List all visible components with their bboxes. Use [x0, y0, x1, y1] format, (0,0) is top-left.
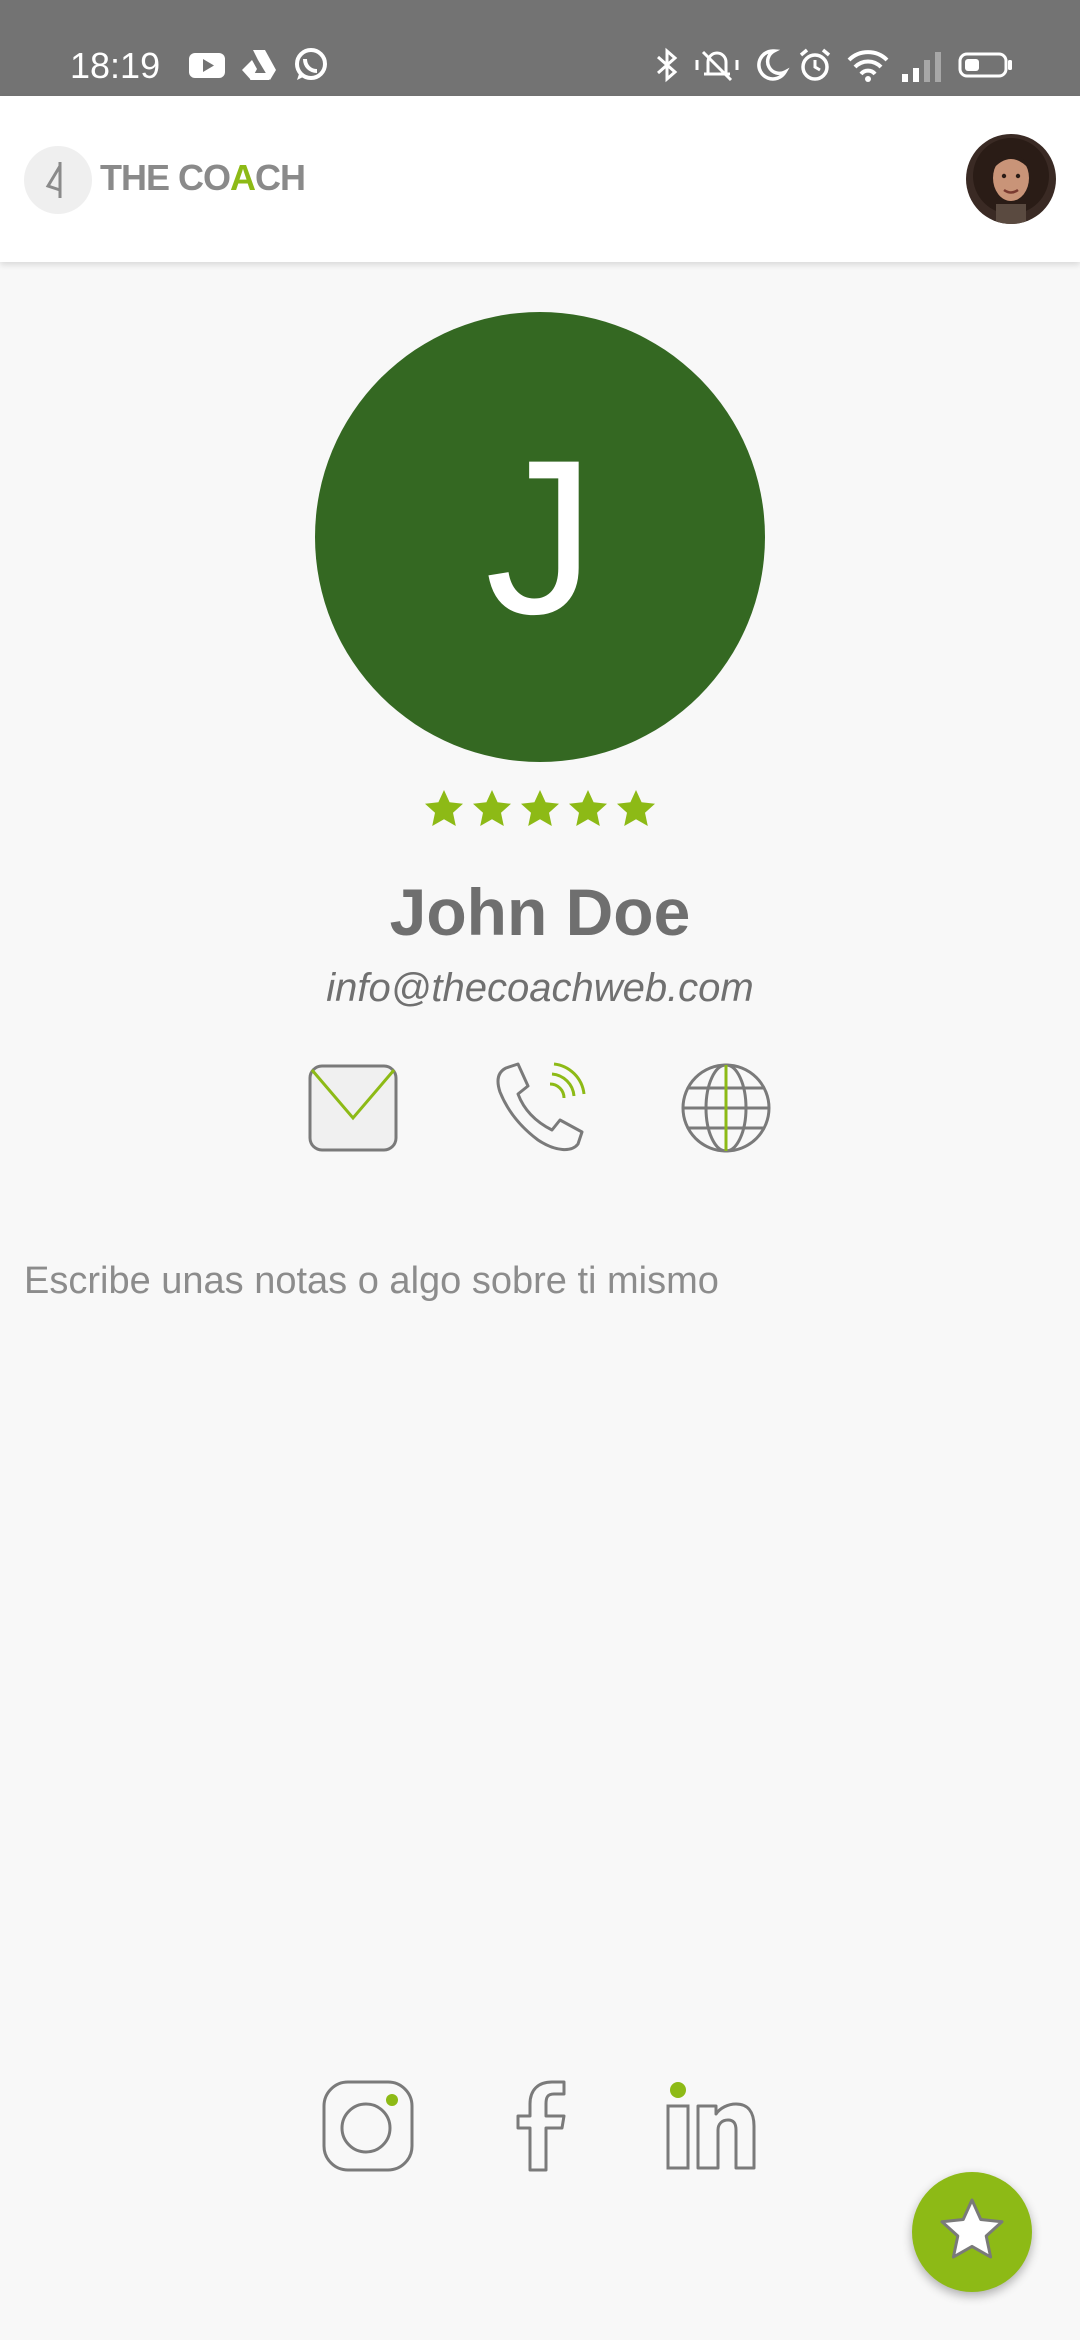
- user-avatar[interactable]: [966, 134, 1056, 224]
- bluetooth-icon: [657, 47, 678, 83]
- moon-icon: [757, 49, 790, 81]
- youtube-icon: [189, 53, 225, 78]
- star-icon: [569, 790, 607, 826]
- profile-email[interactable]: info@thecoachweb.com: [0, 960, 1080, 1016]
- avatar-photo: [966, 134, 1056, 224]
- logo-text-suffix: CH: [255, 157, 306, 198]
- signal-icon: [902, 52, 941, 82]
- phone-button[interactable]: [492, 1060, 588, 1156]
- app-header: THE COACH: [0, 96, 1080, 262]
- instagram-button[interactable]: [320, 2078, 416, 2174]
- logo-text-prefix: THE CO: [100, 157, 231, 198]
- star-icon: [617, 790, 655, 826]
- logo-icon: [45, 162, 62, 198]
- whatsapp-icon: [295, 48, 327, 80]
- website-button[interactable]: [678, 1060, 774, 1156]
- logo-mark[interactable]: [24, 146, 92, 214]
- vibrate-icon: [695, 50, 739, 82]
- wifi-icon: [847, 50, 889, 82]
- profile-initial-avatar: J: [315, 312, 765, 762]
- facebook-button[interactable]: [494, 2078, 590, 2174]
- drive-icon: [242, 50, 276, 80]
- globe-icon: [681, 1063, 771, 1153]
- status-bar: 18:19: [0, 0, 1080, 96]
- battery-icon: [958, 52, 1012, 78]
- linkedin-icon: [666, 2082, 756, 2170]
- profile-name: John Doe: [389, 875, 691, 949]
- star-icon: [425, 790, 463, 826]
- mail-button[interactable]: [306, 1060, 402, 1156]
- rating-stars: [425, 790, 655, 826]
- favorite-fab[interactable]: [912, 2172, 1032, 2292]
- facebook-icon: [516, 2080, 566, 2172]
- status-time: 18:19: [70, 45, 161, 86]
- star-icon: [521, 790, 559, 826]
- phone-icon: [496, 1062, 586, 1151]
- linkedin-button[interactable]: [662, 2078, 758, 2174]
- notes-text[interactable]: Escribe unas notas o algo sobre ti mismo: [24, 1254, 719, 1308]
- star-icon: [473, 790, 511, 826]
- logo-text-accent: A: [230, 157, 256, 198]
- logo-text[interactable]: THE COACH: [100, 157, 306, 198]
- star-icon: [940, 2198, 1004, 2259]
- alarm-icon: [799, 48, 831, 81]
- mail-icon: [308, 1064, 398, 1152]
- instagram-icon: [322, 2080, 414, 2172]
